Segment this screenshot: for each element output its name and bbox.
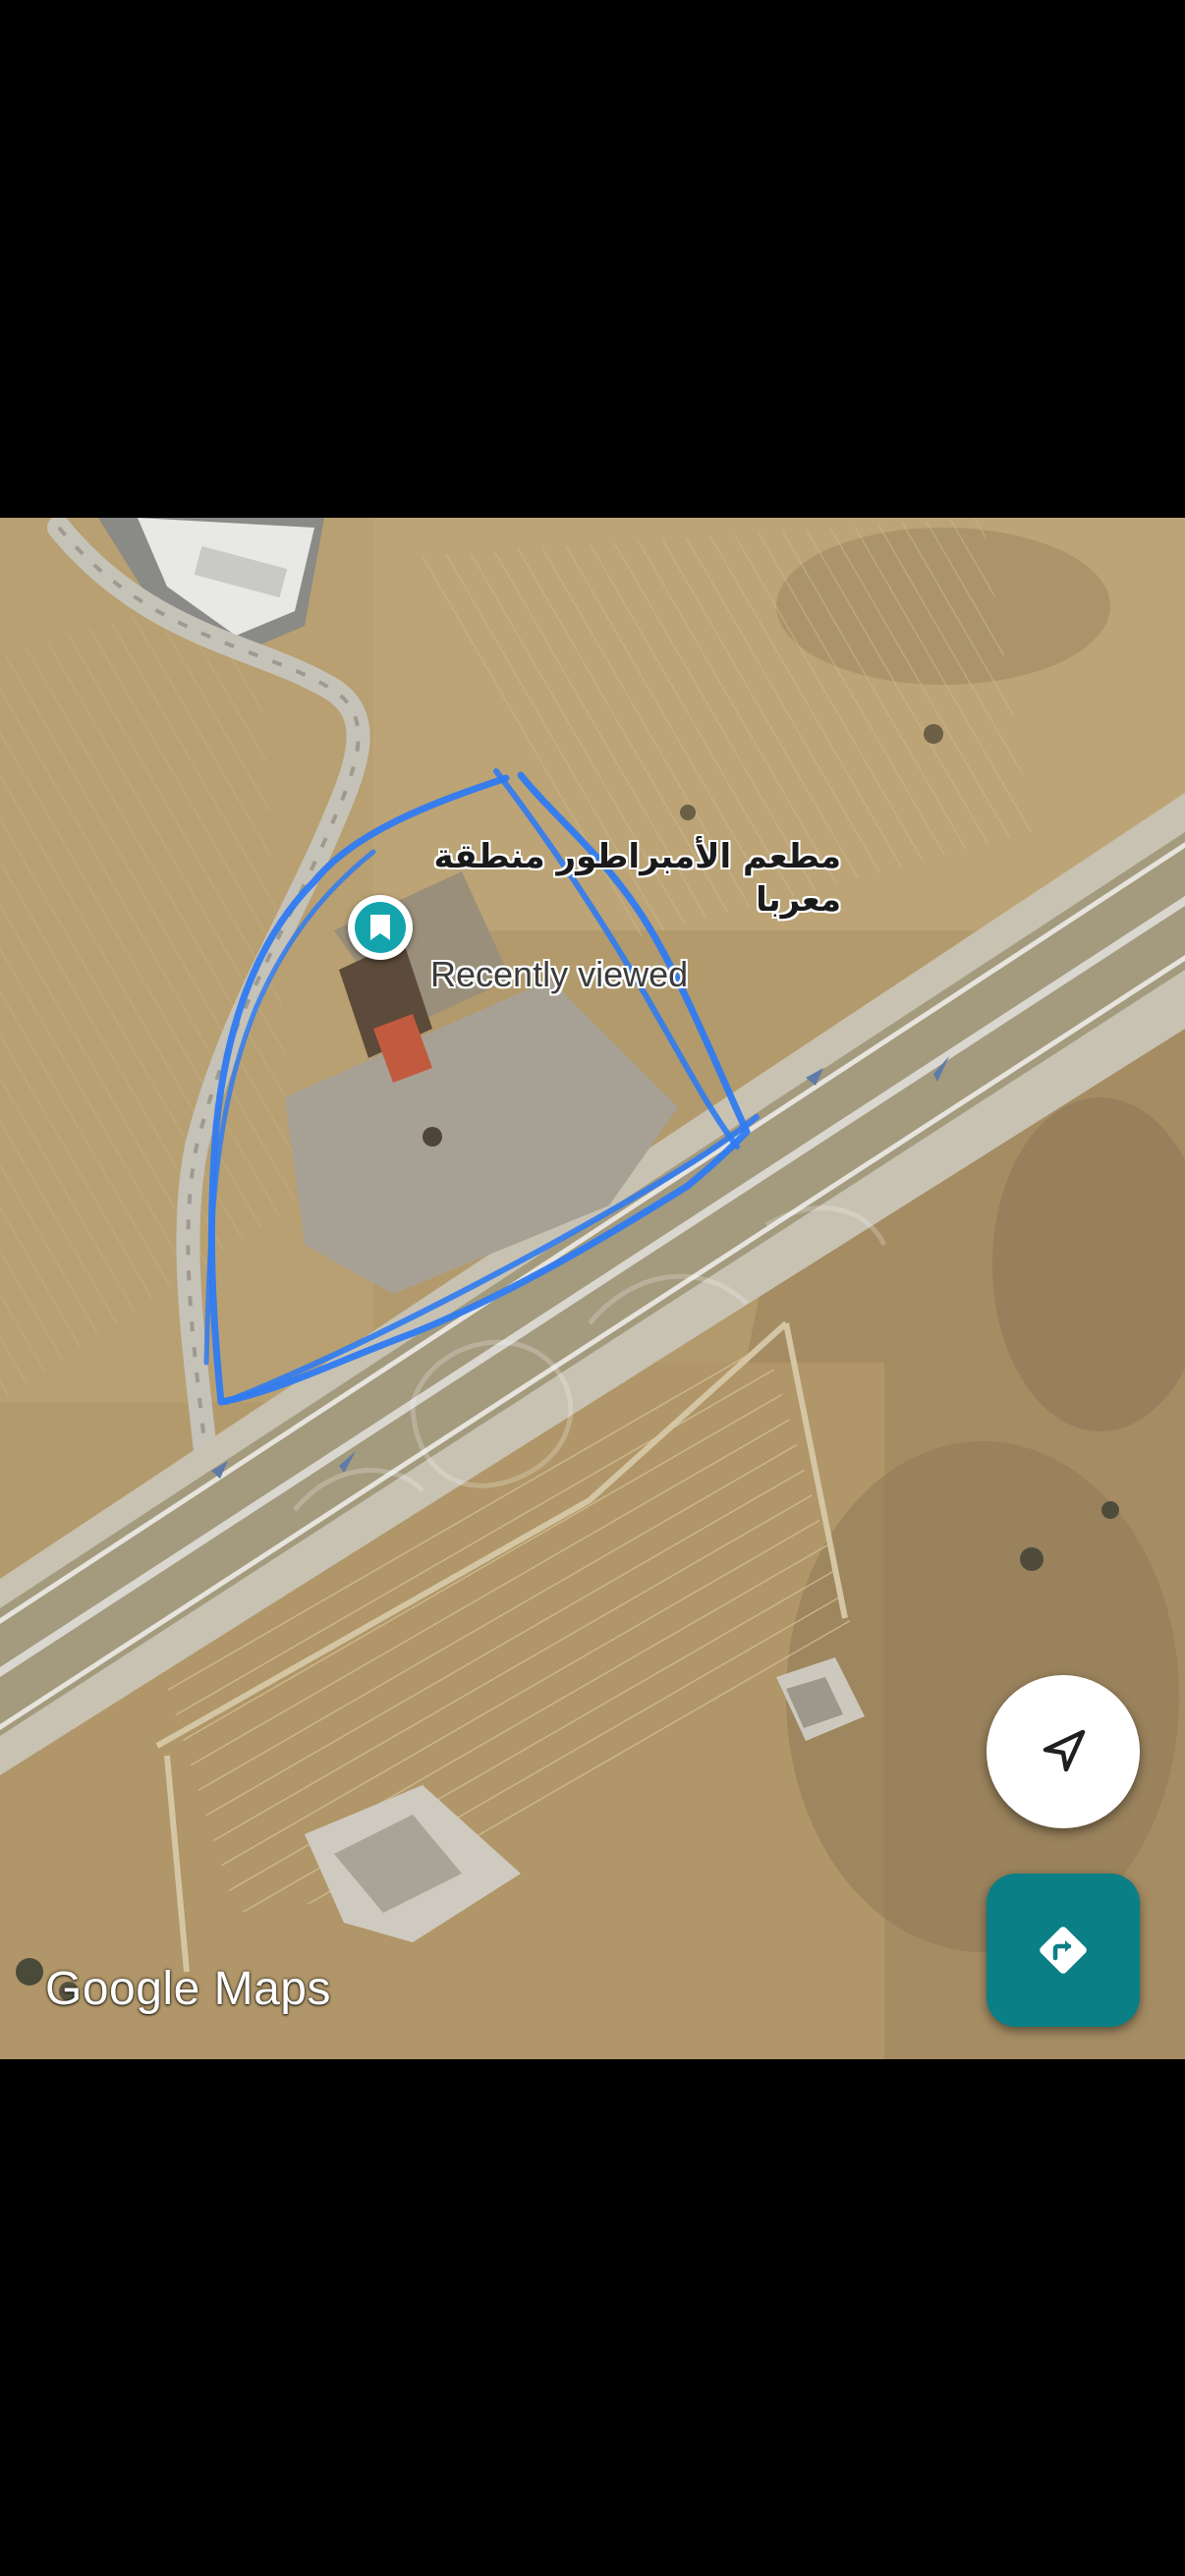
place-label[interactable]: مطعم الأمبراطور منطقة معربا Recently vie…: [428, 835, 841, 994]
directions-icon: [1040, 1927, 1087, 1974]
bookmark-icon: [370, 915, 390, 940]
watermark-overlay: [293, 1205, 887, 1512]
my-location-button[interactable]: [987, 1675, 1140, 1828]
satellite-map[interactable]: مطعم الأمبراطور منطقة معربا Recently vie…: [0, 518, 1185, 2059]
screen: مطعم الأمبراطور منطقة معربا Recently vie…: [0, 0, 1185, 2576]
bookmark-marker-badge: [355, 902, 406, 953]
navigation-arrow-icon: [1043, 1729, 1086, 1772]
directions-button[interactable]: [987, 1874, 1140, 2027]
place-status: Recently viewed: [430, 954, 689, 994]
place-name: مطعم الأمبراطور منطقة معربا: [433, 837, 841, 920]
place-marker[interactable]: [348, 895, 413, 960]
google-maps-attribution: Google Maps: [45, 1963, 331, 2015]
